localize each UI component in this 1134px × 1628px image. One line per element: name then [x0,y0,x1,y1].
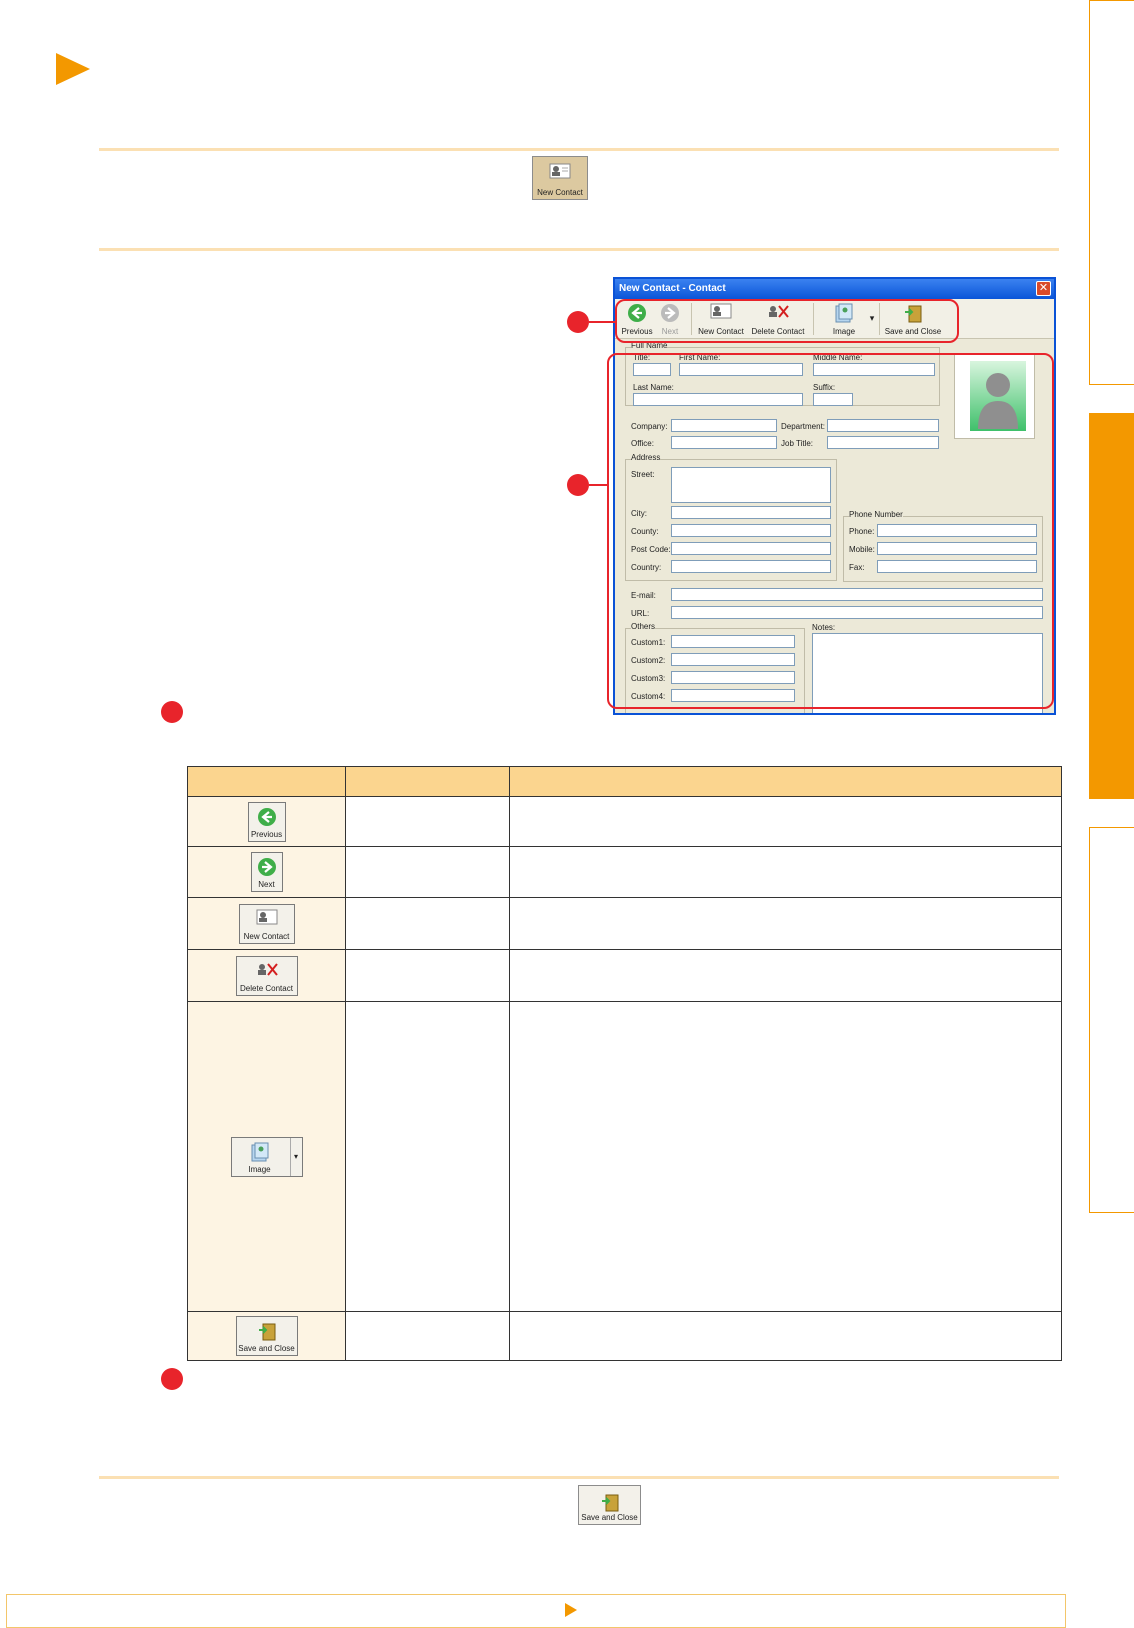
icon-cell: New Contact [187,897,346,950]
icon-cell: Previous [187,796,346,847]
arrow-left-icon [257,807,277,829]
new-contact-icon [549,163,571,181]
table-cell [345,897,510,950]
table-cell [345,949,510,1002]
footer-bar [6,1594,1066,1628]
save-and-close-icon [600,1492,620,1514]
callout-1-marker-icon [161,701,183,723]
table-header-row [187,766,1062,797]
table-cell [509,1311,1062,1361]
arrow-right-icon [257,857,277,879]
table-cell [345,1001,510,1312]
next-button-sample: Next [250,852,283,892]
toolbar-table: Previous Next New Contact Delete Contact [187,766,1062,1361]
table-row: Image ▾ [187,1001,1062,1312]
icon-cell: Save and Close [187,1311,346,1361]
callout-1-icon [567,311,589,333]
callout-2-icon [567,474,589,496]
callout-2-line [589,484,608,486]
table-cell [509,846,1062,898]
chevron-down-icon: ▾ [289,1137,302,1176]
close-icon[interactable]: ✕ [1036,281,1051,296]
toolbar-highlight [615,299,959,343]
table-row: New Contact [187,897,1062,950]
new-contact-button-thumbnail: New Contact [532,156,588,200]
side-tab-3[interactable] [1089,827,1134,1213]
save-and-close-icon [257,1321,277,1343]
delete-contact-button-sample: Delete Contact [235,955,298,996]
delete-contact-icon [255,961,279,979]
previous-button-sample: Previous [247,801,286,842]
section-arrow-icon [56,53,90,85]
icon-cell: Next [187,846,346,898]
table-cell [509,949,1062,1002]
table-header-cell [509,766,1062,797]
new-contact-button-sample: New Contact [238,903,295,944]
next-page-arrow-icon[interactable] [565,1603,577,1617]
new-contact-icon [256,909,278,927]
table-row: Delete Contact [187,949,1062,1002]
table-cell [509,796,1062,847]
table-cell [345,846,510,898]
side-tab-1[interactable] [1089,0,1134,385]
table-cell [345,1311,510,1361]
image-icon [250,1142,270,1164]
table-cell [345,796,510,847]
side-tab-2-active[interactable] [1089,413,1134,799]
table-row: Previous [187,796,1062,847]
callout-2-marker-icon [161,1368,183,1390]
rule-step-2 [99,248,1059,251]
callout-1-line [589,321,616,323]
save-and-close-button-sample: Save and Close [235,1316,298,1356]
new-contact-label: New Contact [537,188,583,197]
rule-top [99,148,1059,151]
icon-cell: Image ▾ [187,1001,346,1312]
table-header-cell [345,766,510,797]
dialog-title: New Contact - Contact [615,279,1054,299]
rule-bottom [99,1476,1059,1479]
icon-cell: Delete Contact [187,949,346,1002]
table-header-cell [187,766,346,797]
form-highlight [607,353,1054,709]
image-button-sample: Image ▾ [230,1136,303,1177]
table-row: Save and Close [187,1311,1062,1361]
table-cell [509,897,1062,950]
table-cell [509,1001,1062,1312]
save-and-close-button-thumbnail: Save and Close [578,1485,641,1525]
table-row: Next [187,846,1062,898]
